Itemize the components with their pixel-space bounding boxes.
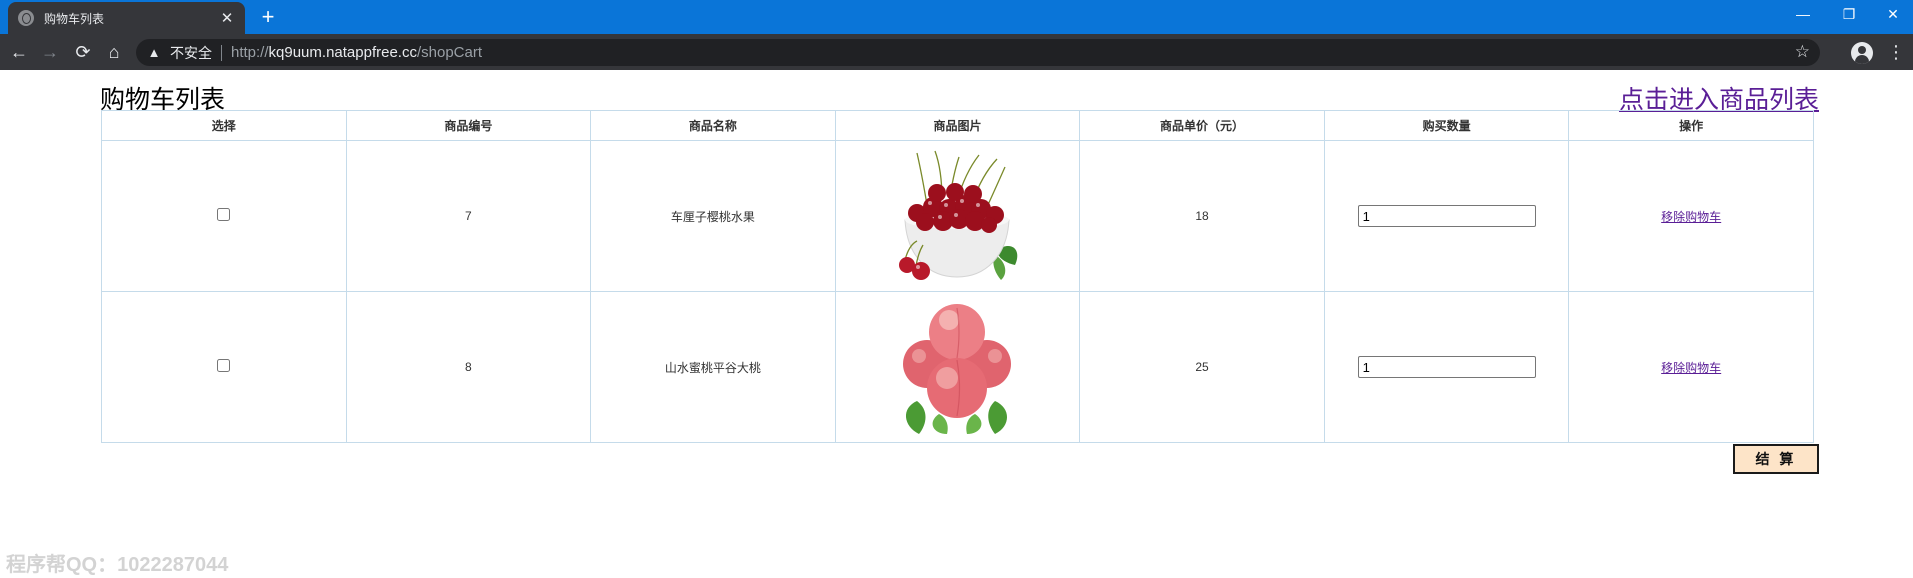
quantity-input[interactable]: [1357, 356, 1536, 378]
column-header-name: 商品名称: [590, 110, 836, 141]
product-id-cell: 7: [345, 140, 592, 292]
quantity-input[interactable]: [1357, 205, 1536, 227]
back-arrow-icon[interactable]: ←: [6, 39, 32, 65]
quantity-cell: [1323, 140, 1570, 292]
product-id-cell: 8: [345, 291, 592, 443]
browser-tab-active[interactable]: 购物车列表 ✕: [8, 2, 245, 34]
action-cell: 移除购物车: [1568, 291, 1814, 443]
remove-from-cart-link[interactable]: 移除购物车: [1661, 361, 1721, 375]
product-image-cell: [834, 140, 1081, 292]
reload-icon[interactable]: ⟳: [70, 39, 96, 65]
new-tab-button[interactable]: +: [256, 4, 280, 30]
url-text[interactable]: http://kq9uum.natappfree.cc/shopCart: [231, 44, 482, 61]
remove-from-cart-link[interactable]: 移除购物车: [1661, 210, 1721, 224]
window-close-button[interactable]: ✕: [1871, 0, 1913, 30]
product-name-cell: 山水蜜桃平谷大桃: [590, 291, 836, 443]
bookmark-star-icon[interactable]: ☆: [1795, 42, 1810, 62]
column-header-action: 操作: [1568, 110, 1814, 141]
quantity-cell: [1323, 291, 1570, 443]
table-row: 7 车厘子樱桃水果 18 1 移除购物车: [101, 140, 1814, 292]
row-select-checkbox[interactable]: [217, 208, 231, 221]
product-price-cell: 25: [1079, 291, 1325, 443]
product-image-cell: [834, 291, 1081, 443]
checkout-button[interactable]: 结 算: [1733, 444, 1819, 474]
watermark-text: 程序帮QQ：1022287044: [6, 554, 229, 576]
action-cell: 移除购物车: [1568, 140, 1814, 292]
browser-menu-icon[interactable]: ⋮: [1887, 41, 1905, 63]
globe-icon: [18, 10, 34, 26]
column-header-id: 商品编号: [345, 110, 592, 141]
address-bar[interactable]: ▲ 不安全 http://kq9uum.natappfree.cc/shopCa…: [136, 39, 1820, 66]
browser-toolbar: ← → ⟳ ⌂ ▲ 不安全 http://kq9uum.natappfree.c…: [0, 34, 1913, 70]
column-header-image: 商品图片: [834, 110, 1081, 141]
security-label[interactable]: 不安全: [170, 43, 212, 63]
product-name-cell: 车厘子樱桃水果: [590, 140, 836, 292]
select-cell: [101, 291, 347, 443]
profile-avatar-icon[interactable]: [1851, 42, 1873, 64]
cart-table: 选择 商品编号 商品名称 商品图片 商品单价（元） 购买数量 操作 7 车厘子樱…: [101, 110, 1814, 443]
cherry-bowl-image: [899, 150, 1018, 280]
table-header-row: 选择 商品编号 商品名称 商品图片 商品单价（元） 购买数量 操作: [101, 110, 1814, 141]
url-path: /shopCart: [416, 44, 483, 61]
column-header-price: 商品单价（元）: [1079, 110, 1325, 141]
product-price-cell: 18: [1079, 140, 1325, 292]
tab-title: 购物车列表: [44, 11, 105, 26]
home-icon[interactable]: ⌂: [101, 39, 127, 65]
peach-pile-image: [903, 303, 1012, 434]
select-cell: [101, 140, 347, 292]
warning-icon[interactable]: ▲: [146, 45, 162, 60]
column-header-select: 选择: [101, 110, 347, 141]
omnibox-divider: [221, 44, 222, 61]
window-minimize-button[interactable]: —: [1781, 0, 1825, 30]
browser-tab-bar: 购物车列表 ✕ + — ❐ ✕: [0, 0, 1913, 34]
forward-arrow-icon[interactable]: →: [37, 39, 63, 65]
window-maximize-button[interactable]: ❐: [1827, 0, 1871, 30]
row-select-checkbox[interactable]: [217, 359, 231, 372]
table-row: 8 山水蜜桃平谷大桃 25 1 移除购物车: [101, 291, 1814, 443]
column-header-quantity: 购买数量: [1323, 110, 1570, 141]
url-host: kq9uum.natappfree.cc: [268, 44, 417, 61]
tab-close-icon[interactable]: ✕: [219, 9, 235, 27]
url-scheme: http://: [231, 44, 269, 61]
